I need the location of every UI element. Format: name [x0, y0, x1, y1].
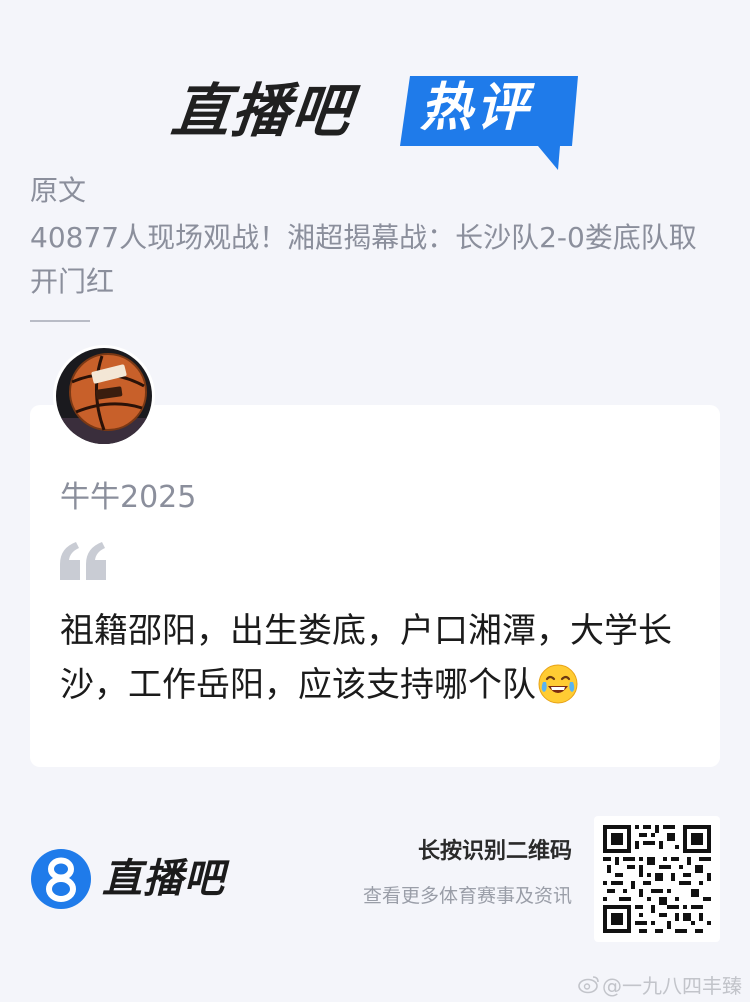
qr-label: 长按识别二维码 [417, 839, 572, 864]
comment-username[interactable]: 牛牛2025 [60, 478, 196, 518]
brand-header: 直播吧 热评 [0, 64, 750, 174]
comment-card [30, 405, 720, 767]
original-article-title[interactable]: 40877人现场观战！湘超揭幕战：长沙队2-0娄底队取开门红 [30, 216, 710, 304]
zhibo8-logo-icon [31, 849, 91, 909]
quote-mark-icon [58, 540, 110, 580]
qr-code-icon [603, 825, 711, 933]
laughing-emoji-icon [538, 664, 578, 704]
badge-text: 热评 [420, 78, 533, 138]
watermark-text: @一九八四丰臻 [602, 973, 742, 998]
weibo-watermark: @一九八四丰臻 [578, 970, 742, 998]
comment-text: 祖籍邵阳，出生娄底，户口湘潭，大学长沙，工作岳阳，应该支持哪个队 [60, 611, 672, 705]
footer-logo[interactable]: 直播吧 [30, 848, 230, 910]
footer-brand-name: 直播吧 [102, 856, 225, 902]
qr-code[interactable] [594, 816, 720, 942]
qr-sublabel: 查看更多体育赛事及资讯 [362, 885, 572, 907]
original-label: 原文 [30, 174, 87, 207]
weibo-icon [578, 976, 599, 994]
divider [30, 320, 90, 322]
basketball-avatar-icon [56, 348, 152, 444]
hot-comment-badge: 热评 [400, 70, 580, 170]
comment-body: 祖籍邵阳，出生娄底，户口湘潭，大学长沙，工作岳阳，应该支持哪个队 [60, 604, 690, 712]
user-avatar[interactable] [56, 348, 152, 444]
brand-name: 直播吧 [168, 77, 356, 145]
